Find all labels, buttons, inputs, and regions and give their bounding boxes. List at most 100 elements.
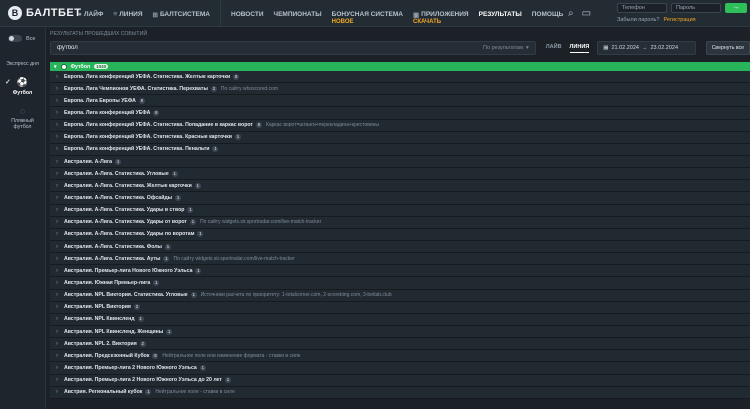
chevron-right-icon[interactable]: › bbox=[50, 146, 64, 152]
date-range-picker[interactable]: ▦ 21.02.2024 → 23.02.2024 bbox=[597, 41, 696, 55]
all-toggle-label: Все bbox=[26, 35, 36, 42]
tournament-row[interactable]: › Европа. Лига конференций УЕФА. Статисти… bbox=[50, 131, 750, 144]
chevron-right-icon[interactable]: › bbox=[50, 268, 64, 274]
password-input[interactable]: Пароль bbox=[671, 3, 721, 13]
nav-item-7[interactable]: РЕЗУЛЬТАТЫ bbox=[479, 0, 522, 18]
nav-item-4[interactable]: ЧЕМПИОНАТЫ bbox=[274, 0, 322, 18]
tournament-note: Каркас ворот=штанги+перекладина+крестови… bbox=[265, 122, 379, 129]
tournament-row[interactable]: › Австралия. NPL Квинсленд 1 bbox=[50, 313, 750, 326]
tournament-count-badge: 8 bbox=[153, 109, 160, 116]
chevron-right-icon[interactable]: › bbox=[50, 256, 64, 262]
chevron-right-icon[interactable]: › bbox=[50, 304, 64, 310]
tab-live[interactable]: ЛАЙВ bbox=[546, 44, 562, 53]
register-link[interactable]: Регистрация bbox=[663, 17, 695, 23]
tournament-count-badge: 1 bbox=[224, 377, 231, 384]
phone-input[interactable]: Телефон bbox=[617, 3, 667, 13]
chevron-right-icon[interactable]: › bbox=[50, 122, 64, 128]
chevron-right-icon[interactable]: › bbox=[50, 171, 64, 177]
chevron-right-icon[interactable]: › bbox=[50, 183, 64, 189]
chevron-right-icon[interactable]: › bbox=[50, 389, 64, 395]
nav-item-1[interactable]: ≡ ЛИНИЯ bbox=[113, 0, 142, 18]
tournament-row[interactable]: › Австралия. NPL Виктория. Статистика. Уг… bbox=[50, 289, 750, 302]
tournament-row[interactable]: › Европа. Лига конференций УЕФА. Статисти… bbox=[50, 71, 750, 84]
tournament-row[interactable]: › Австралия. А-Лига. Статистика. Удары по… bbox=[50, 228, 750, 241]
search-box[interactable]: По результатам ▾ bbox=[50, 41, 536, 55]
display-icon[interactable]: ▭ bbox=[582, 8, 591, 19]
chevron-right-icon[interactable]: › bbox=[50, 207, 64, 213]
sidebar-item-label: Пляжный футбол bbox=[11, 118, 34, 130]
sidebar-item-football[interactable]: ✓ ⚽ Футбол bbox=[0, 72, 45, 101]
chevron-right-icon[interactable]: › bbox=[50, 74, 64, 80]
tournament-count-badge: 1 bbox=[166, 328, 173, 335]
chevron-right-icon[interactable]: › bbox=[50, 98, 64, 104]
chevron-right-icon[interactable]: › bbox=[50, 244, 64, 250]
tournament-row[interactable]: › Европа. Лига конференций УЕФА. Статисти… bbox=[50, 143, 750, 156]
tournament-row[interactable]: › Европа. Лига конференций УЕФА. Статисти… bbox=[50, 119, 750, 132]
tournament-row[interactable]: › Австралия. А-Лига. Статистика. Офсайды 1 bbox=[50, 192, 750, 205]
nav-item-3[interactable]: НОВОСТИ bbox=[231, 0, 264, 18]
tournament-name: Австралия. Премьер-лига 2 Нового Южного … bbox=[64, 377, 222, 384]
chevron-right-icon[interactable]: › bbox=[50, 195, 64, 201]
tab-line[interactable]: ЛИНИЯ bbox=[569, 44, 590, 53]
chevron-right-icon[interactable]: › bbox=[50, 110, 64, 116]
chevron-right-icon[interactable]: › bbox=[50, 329, 64, 335]
sidebar-item-beach-football[interactable]: ◌ Пляжный футбол bbox=[0, 101, 45, 135]
tournament-row[interactable]: › Австралия. Премьер-лига 2 Нового Южного… bbox=[50, 362, 750, 375]
mode-tabs: ЛАЙВ ЛИНИЯ bbox=[546, 44, 590, 53]
tournament-name: Австралия. А-Лига. Статистика. Удары по … bbox=[64, 231, 195, 238]
tournament-row[interactable]: › Австралия. NPL 2. Виктория 2 bbox=[50, 338, 750, 351]
tournament-row[interactable]: › Австралия. А-Лига. Статистика. Удары от… bbox=[50, 216, 750, 229]
tournament-row[interactable]: › Европа. Лига Европы УЕФА 8 bbox=[50, 95, 750, 108]
collapse-all-button[interactable]: Свернуть все bbox=[705, 41, 750, 55]
tournament-count-badge: 1 bbox=[163, 255, 170, 262]
tournament-row[interactable]: › Австралия. NPL Виктория 2 bbox=[50, 301, 750, 314]
tournament-row[interactable]: › Австралия. NPL Квинсленд. Женщины 1 bbox=[50, 325, 750, 339]
tournament-row[interactable]: › Австралия. А-Лига. Статистика. Угловые 1 bbox=[50, 168, 750, 181]
tournament-row[interactable]: › Австралия. Премьер-лига 2 Нового Южного… bbox=[50, 374, 750, 387]
all-toggle[interactable] bbox=[8, 35, 22, 42]
tournament-row[interactable]: › Австрия. Региональный кубок 1 Нейтральное… bbox=[50, 386, 750, 399]
chevron-right-icon[interactable]: › bbox=[50, 231, 64, 237]
forgot-password-link[interactable]: Забыли пароль? bbox=[617, 17, 659, 23]
tournament-row[interactable]: › Австралия. А-Лига. Статистика. Фолы 1 bbox=[50, 240, 750, 254]
nav-item-2[interactable]: ⊞ БАЛТСИСТЕМА bbox=[153, 0, 211, 19]
logo[interactable]: B БАЛТБЕТ bbox=[8, 6, 81, 20]
tournament-row[interactable]: › Австралия. А-Лига. Статистика. Ауты 1 По … bbox=[50, 253, 750, 266]
nav-item-0[interactable]: ● ЛАЙФ bbox=[78, 0, 103, 18]
sidebar-item-express[interactable]: Экспресс дня bbox=[0, 56, 45, 72]
tournament-row[interactable]: › Австралия. А-Лига. Статистика. Желтые к… bbox=[50, 180, 750, 193]
search-scope[interactable]: По результатам ▾ bbox=[483, 45, 529, 51]
sport-header-football[interactable]: ▾ Футбол 1040 bbox=[50, 62, 750, 71]
chevron-right-icon[interactable]: › bbox=[50, 280, 64, 286]
line-icon: ≡ bbox=[113, 11, 118, 18]
tournament-name: Европа. Лига конференций УЕФА bbox=[64, 109, 151, 116]
chevron-right-icon[interactable]: › bbox=[50, 341, 64, 347]
chevron-right-icon[interactable]: › bbox=[50, 365, 64, 371]
search-input[interactable] bbox=[57, 45, 357, 51]
tournament-row[interactable]: › Австралия. А-Лига 1 bbox=[50, 155, 750, 169]
chevron-right-icon[interactable]: › bbox=[50, 86, 64, 92]
tournament-row[interactable]: › Австралия. Премьер-лига Нового Южного У… bbox=[50, 265, 750, 278]
tournament-row[interactable]: › Европа. Лига Чемпионов УЕФА. Статистика… bbox=[50, 83, 750, 96]
tournament-name: Австралия. NPL Виктория bbox=[64, 304, 131, 311]
login-button[interactable]: → bbox=[725, 3, 747, 13]
chevron-right-icon[interactable]: › bbox=[50, 353, 64, 359]
chevron-right-icon[interactable]: › bbox=[50, 219, 64, 225]
all-toggle-row[interactable]: Все bbox=[0, 27, 45, 42]
tournament-row[interactable]: › Европа. Лига конференций УЕФА 8 bbox=[50, 107, 750, 120]
nav-item-5[interactable]: БОНУСНАЯ СИСТЕМА НОВОЕ bbox=[332, 0, 403, 25]
chevron-right-icon[interactable]: › bbox=[50, 134, 64, 140]
nav-item-8[interactable]: ПОМОЩЬ bbox=[532, 0, 564, 18]
tournament-row[interactable]: › Австралия. Предсезонный Кубок 8 Нейтральн… bbox=[50, 350, 750, 363]
tournament-note: Нейтральное поле или изменение формата -… bbox=[162, 352, 301, 359]
chevron-right-icon[interactable]: › bbox=[50, 377, 64, 383]
tournament-row[interactable]: › Австралия. А-Лига. Статистика. Удары в … bbox=[50, 204, 750, 217]
search-icon[interactable]: ⌕ bbox=[568, 8, 574, 19]
nav-item-6[interactable]: ▣ ПРИЛОЖЕНИЯ СКАЧАТЬ bbox=[413, 0, 469, 25]
chevron-right-icon[interactable]: › bbox=[50, 292, 64, 298]
chevron-right-icon[interactable]: › bbox=[50, 316, 64, 322]
sport-name: Футбол bbox=[70, 63, 91, 70]
tournament-row[interactable]: › Австралия. Южная Премьер-лига 1 bbox=[50, 277, 750, 290]
tournament-name: Европа. Лига конференций УЕФА. Статистик… bbox=[64, 73, 231, 80]
chevron-right-icon[interactable]: › bbox=[50, 159, 64, 165]
